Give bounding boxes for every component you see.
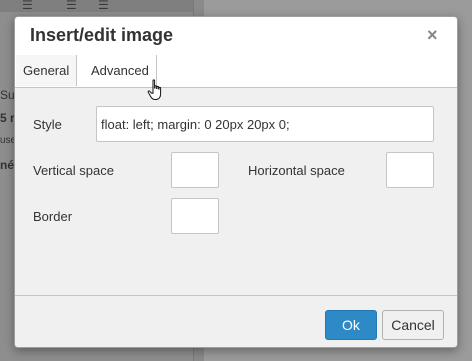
outdent-icon: ☰ — [66, 0, 77, 12]
horizontal-space-label: Horizontal space — [248, 163, 345, 178]
hand-cursor-icon — [147, 79, 162, 100]
border-input[interactable] — [171, 198, 219, 234]
close-icon[interactable]: × — [427, 26, 441, 44]
vertical-space-label: Vertical space — [33, 163, 114, 178]
cancel-button[interactable]: Cancel — [382, 310, 444, 340]
tab-general[interactable]: General — [16, 55, 78, 86]
bg-text-fragment: Su — [0, 88, 15, 102]
dialog-title: Insert/edit image — [30, 25, 174, 45]
style-label: Style — [33, 117, 62, 132]
bg-text-fragment: 5 r — [0, 111, 15, 125]
insert-image-dialog: Insert/edit image × General Advanced Sty… — [14, 16, 458, 348]
horizontal-space-input[interactable] — [386, 152, 434, 188]
bg-text-fragment: né — [0, 158, 15, 172]
ok-button[interactable]: Ok — [325, 310, 377, 340]
advanced-panel: Style Vertical space Horizontal space Bo… — [15, 88, 457, 293]
dialog-footer: Ok Cancel — [15, 295, 457, 347]
dialog-header: Insert/edit image × — [15, 17, 457, 55]
style-input[interactable] — [96, 106, 434, 142]
vertical-space-input[interactable] — [171, 152, 219, 188]
tab-advanced[interactable]: Advanced — [84, 55, 157, 87]
list-icon: ☰ — [22, 0, 33, 12]
indent-icon: ☰ — [98, 0, 109, 12]
tab-bar: General Advanced — [15, 55, 457, 88]
border-label: Border — [33, 209, 73, 224]
